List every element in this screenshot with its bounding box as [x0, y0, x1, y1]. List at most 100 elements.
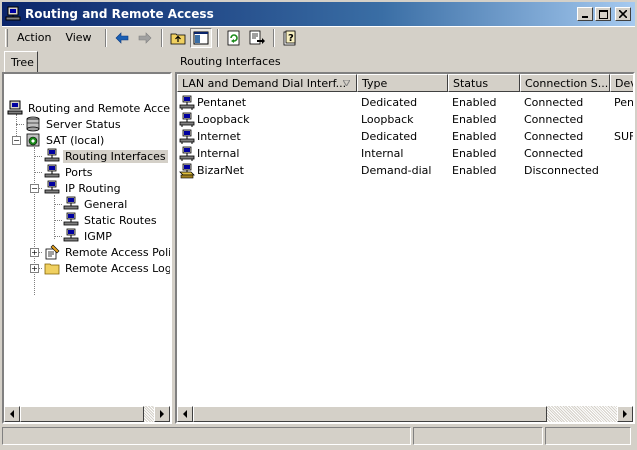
cell-text: Connected — [524, 96, 584, 109]
cell-status: Enabled — [452, 145, 520, 162]
tree-item-label: Remote Access Loggir — [65, 261, 172, 275]
table-row[interactable]: Loopback Loopback Enabled Connected — [177, 111, 633, 128]
tree-connector — [39, 252, 42, 253]
tree-item-routing-interfaces[interactable]: Routing Interfaces — [44, 148, 168, 164]
tree-view[interactable]: − − + + Routing and Remote Access Server… — [2, 72, 172, 424]
tree-connector — [34, 172, 42, 173]
cell-text: Internal — [361, 147, 404, 160]
tree-item-igmp[interactable]: IGMP — [63, 228, 114, 244]
column-header-connection-state[interactable]: Connection S... — [520, 74, 610, 92]
close-button[interactable] — [615, 7, 631, 21]
tree-item-label: IGMP — [84, 229, 112, 243]
back-button[interactable] — [111, 28, 133, 48]
toolbar-grip[interactable] — [5, 28, 8, 47]
tree-item-server-status[interactable]: Server Status — [25, 116, 123, 132]
forward-button[interactable] — [134, 28, 156, 48]
tree-item-ports[interactable]: Ports — [44, 164, 95, 180]
close-icon — [619, 10, 627, 18]
tree-item-root[interactable]: Routing and Remote Access — [7, 100, 170, 116]
expand-toggle-remote-access-logging[interactable]: + — [30, 264, 39, 273]
scroll-right-button[interactable] — [617, 406, 633, 422]
tree-item-label: General — [84, 197, 128, 211]
cell-connection-state: Connected — [524, 111, 610, 128]
tree-connector — [54, 195, 55, 239]
export-list-button[interactable] — [246, 28, 268, 48]
cell-text: Enabled — [452, 113, 497, 126]
show-hide-tree-button[interactable] — [189, 27, 212, 48]
scroll-track[interactable] — [144, 406, 154, 422]
toolbar-separator — [104, 28, 107, 47]
column-header-type[interactable]: Type — [357, 74, 448, 92]
cell-type: Demand-dial — [361, 162, 447, 179]
tree-connector — [16, 124, 24, 125]
scroll-left-button[interactable] — [177, 406, 193, 422]
column-header-device[interactable]: Dev — [610, 74, 633, 92]
interfaces-list[interactable]: LAN and Demand Dial Interf... Type Statu… — [175, 72, 635, 424]
maximize-icon — [598, 9, 608, 19]
scroll-right-button[interactable] — [154, 406, 170, 422]
up-one-level-button[interactable] — [167, 28, 189, 48]
menu-view[interactable]: View — [60, 31, 96, 44]
network-interface-icon — [179, 129, 195, 144]
arrow-left-icon — [183, 410, 187, 418]
cell-text: Loopback — [361, 113, 414, 126]
maximize-button[interactable] — [595, 7, 611, 21]
tree-item-remote-access-logging[interactable]: Remote Access Loggir — [44, 260, 172, 276]
collapse-toggle-server[interactable]: − — [12, 136, 21, 145]
cell-text: Enabled — [452, 164, 497, 177]
help-button[interactable]: ? — [279, 28, 301, 48]
cell-name: Loopback — [179, 111, 355, 128]
sort-arrow-icon — [343, 80, 350, 86]
collapse-toggle-ip-routing[interactable]: − — [30, 184, 39, 193]
menu-action[interactable]: Action — [12, 31, 56, 44]
ports-icon — [44, 164, 60, 178]
scroll-track[interactable] — [547, 406, 617, 422]
scroll-thumb[interactable] — [193, 406, 547, 422]
tree-connector — [34, 156, 42, 157]
scroll-thumb[interactable] — [20, 406, 144, 422]
tree-tab[interactable]: Tree — [4, 51, 38, 73]
minimize-button[interactable] — [577, 7, 593, 21]
tree-item-general[interactable]: General — [63, 196, 129, 212]
tree-item-server[interactable]: SAT (local) — [25, 132, 106, 148]
tree-item-static-routes[interactable]: Static Routes — [63, 212, 159, 228]
scroll-left-button[interactable] — [4, 406, 20, 422]
tree-item-ip-routing[interactable]: IP Routing — [44, 180, 123, 196]
details-pane: Routing Interfaces LAN and Demand Dial I… — [175, 51, 635, 424]
column-header-name[interactable]: LAN and Demand Dial Interf... — [177, 74, 357, 92]
arrow-right-icon — [160, 410, 164, 418]
tree-item-label: Static Routes — [84, 213, 157, 227]
cell-text: Enabled — [452, 130, 497, 143]
expand-toggle-remote-access-policies[interactable]: + — [30, 248, 39, 257]
cell-type: Loopback — [361, 111, 447, 128]
show-hide-tree-icon — [193, 31, 209, 44]
cell-text: Connected — [524, 113, 584, 126]
tree-item-label: Remote Access Policie — [65, 245, 172, 259]
column-header-status[interactable]: Status — [448, 74, 520, 92]
window-title: Routing and Remote Access — [25, 7, 214, 21]
status-panel — [413, 427, 543, 445]
cell-connection-state: Disconnected — [524, 162, 610, 179]
title-bar[interactable]: Routing and Remote Access — [0, 0, 637, 26]
table-row[interactable]: Internal Internal Enabled Connected — [177, 145, 633, 162]
routing-app-icon — [7, 100, 23, 115]
table-row[interactable]: Internet Dedicated Enabled Connected SUF — [177, 128, 633, 145]
tree-connector — [54, 204, 62, 205]
tree-item-remote-access-policies[interactable]: Remote Access Policie — [44, 244, 172, 260]
table-row[interactable]: Pentanet Dedicated Enabled Connected Pen — [177, 94, 633, 111]
cell-name: Pentanet — [179, 94, 355, 111]
tree-horizontal-scrollbar[interactable] — [4, 406, 170, 422]
cell-name: Internet — [179, 128, 355, 145]
cell-text: Pentanet — [197, 96, 247, 109]
list-horizontal-scrollbar[interactable] — [177, 406, 633, 422]
status-bar — [2, 427, 635, 447]
cell-text: Loopback — [197, 113, 250, 126]
export-list-icon — [249, 30, 265, 44]
tree-connector — [39, 268, 42, 269]
toolbar-separator — [160, 28, 163, 47]
network-interface-icon — [63, 228, 79, 242]
table-row[interactable]: BizarNet Demand-dial Enabled Disconnected — [177, 162, 633, 179]
tree-item-label: Server Status — [46, 117, 121, 131]
refresh-button[interactable] — [223, 28, 245, 48]
cell-text: Enabled — [452, 96, 497, 109]
